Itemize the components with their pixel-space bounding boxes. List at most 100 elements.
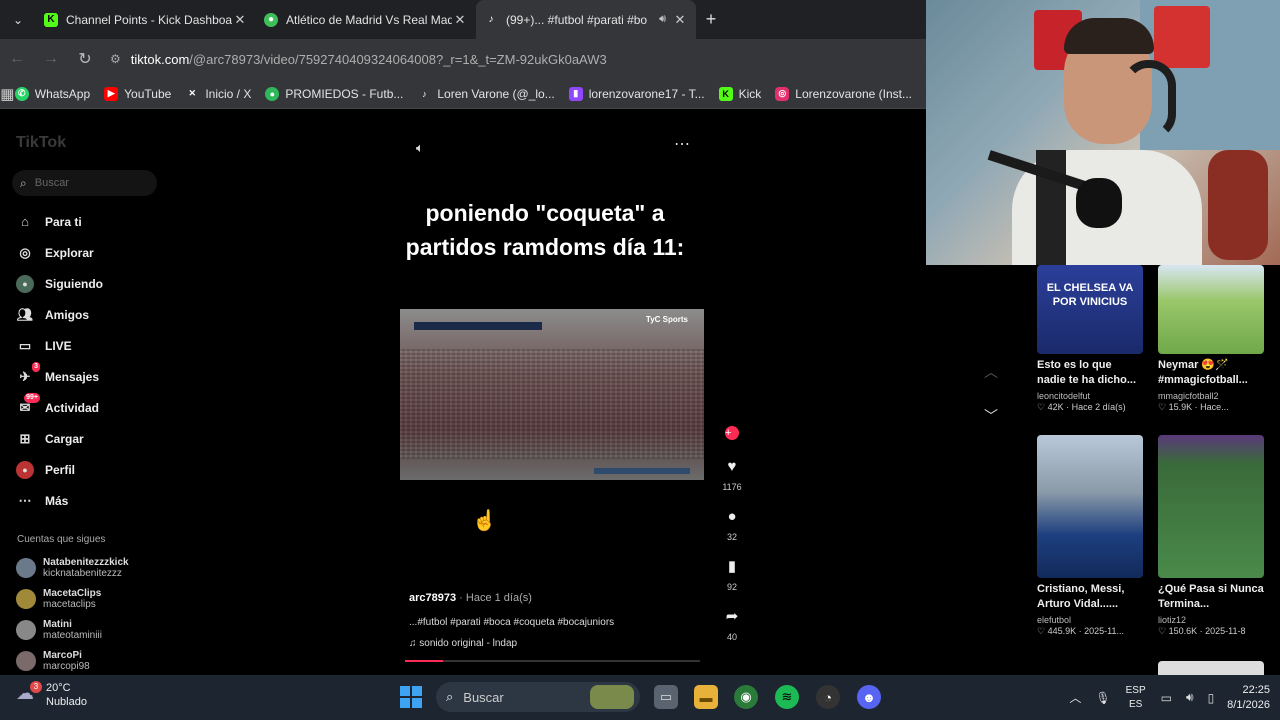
bookmark-whatsapp[interactable]: ✆ WhatsApp: [14, 86, 90, 101]
spotify-icon[interactable]: ≋: [775, 685, 799, 709]
kick-icon: K: [44, 12, 58, 27]
discord-icon[interactable]: ☻: [857, 685, 881, 709]
taskbar-search[interactable]: ⌕ Buscar: [436, 682, 640, 712]
speaker-icon[interactable]: 🔊︎: [659, 13, 666, 26]
sidebar-item-actividad[interactable]: ✉ 99+ Actividad: [16, 392, 103, 423]
close-icon[interactable]: ✕: [232, 12, 248, 28]
hand-cursor-icon: ☝: [472, 510, 497, 532]
close-icon[interactable]: ✕: [452, 12, 468, 28]
share-button[interactable]: ➦ 40: [716, 604, 748, 654]
windows-start-icon[interactable]: [400, 686, 422, 708]
sidebar-item-perfil[interactable]: ● Perfil: [16, 454, 103, 485]
video-sound[interactable]: ♫ sonido original - lndap: [409, 638, 517, 649]
sidebar-item-cargar[interactable]: ⊞ Cargar: [16, 423, 103, 454]
system-tray: ︿ 🎙︎ ESP ES ▭ 🔊︎ ▯ 22:25 8/1/2026: [1062, 675, 1280, 720]
bookmark-tiktok[interactable]: ♪ Loren Varone (@_lo...: [417, 87, 555, 101]
reload-icon[interactable]: ↻: [68, 49, 102, 69]
save-count: 92: [726, 582, 737, 592]
video-frame[interactable]: TyC Sports: [400, 309, 704, 480]
file-explorer-icon[interactable]: ▬: [694, 685, 718, 709]
tab-title: Channel Points - Kick Dashboar: [66, 12, 232, 27]
sidebar-item-explorar[interactable]: ◎ Explorar: [16, 237, 103, 268]
more-options-icon[interactable]: ⋯: [674, 134, 690, 154]
sidebar-item-label: Perfil: [45, 462, 76, 477]
recommended-card[interactable]: Cristiano, Messi, Arturo Vidal...... ele…: [1037, 435, 1143, 637]
screen: { "browser": { "tabs": [ {"title": "Chan…: [0, 0, 1280, 720]
clock-date: 8/1/2026: [1227, 698, 1270, 711]
tab-atletico-real[interactable]: ● Atlético de Madrid Vs Real Mad ✕: [256, 0, 476, 39]
share-icon: ➦: [725, 608, 739, 625]
next-video-chevron-icon[interactable]: ﹀: [984, 406, 998, 426]
microphone-icon[interactable]: 🎙︎: [1095, 691, 1110, 705]
chevron-up-icon[interactable]: ︿: [1069, 689, 1081, 706]
video-hashtags[interactable]: ...#futbol #parati #boca #coqueta #bocaj…: [409, 617, 614, 628]
sidebar-item-amigos[interactable]: 👥︎ Amigos: [16, 299, 103, 330]
recommended-card[interactable]: ¿Qué Pasa si Nunca Termina... liotiz12 ♡…: [1158, 435, 1264, 637]
tab-kick-dashboard[interactable]: K Channel Points - Kick Dashboar ✕: [36, 0, 256, 39]
clock[interactable]: 22:25 8/1/2026: [1227, 683, 1270, 713]
chrome-icon[interactable]: ◉: [734, 685, 758, 709]
recommended-card[interactable]: EL CHELSEA VA POR VINICIUS Esto es lo qu…: [1037, 265, 1143, 413]
bookmark-x[interactable]: ✕ Inicio / X: [185, 87, 252, 101]
bookmark-instagram[interactable]: ◎ Lorenzovarone (Inst...: [775, 86, 912, 101]
volume-icon[interactable]: 🔊︎: [1186, 690, 1194, 705]
streamer-hair: [1064, 18, 1154, 54]
headphones: [1122, 60, 1176, 140]
tiktok-logo[interactable]: TikTok: [16, 134, 66, 152]
like-button[interactable]: ♥ 1176: [716, 454, 748, 504]
scoreboard-overlay: [414, 322, 542, 330]
battery-icon[interactable]: ▯: [1208, 691, 1215, 705]
bookmark-youtube[interactable]: ▶ YouTube: [104, 86, 172, 101]
bookmark-twitch[interactable]: ▮ lorenzovarone17 - T...: [568, 86, 705, 101]
bookmark-promiedos[interactable]: ● PROMIEDOS - Futb...: [265, 86, 403, 101]
sidebar-item-mas[interactable]: ⋯ Más: [16, 485, 103, 516]
following-name: MacetaClips: [43, 587, 102, 599]
search-input[interactable]: ⌕ Buscar: [12, 170, 157, 196]
author-username[interactable]: arc78973: [409, 592, 456, 604]
forward-arrow-icon[interactable]: →: [34, 50, 68, 68]
previous-video-chevron-icon[interactable]: ︿: [984, 362, 998, 382]
task-view-icon[interactable]: ▭: [654, 685, 678, 709]
sidebar-item-label: Mensajes: [45, 369, 100, 384]
language-primary: ESP: [1125, 684, 1146, 696]
youtube-icon: ▶: [104, 86, 119, 101]
video-progress-bar[interactable]: [405, 660, 700, 662]
weather-widget[interactable]: ☁ 3 20°C Nublado: [16, 681, 87, 709]
home-icon: ⌂: [21, 214, 29, 229]
following-item[interactable]: MarcoPi marcopi98: [16, 645, 129, 676]
sidebar-item-live[interactable]: ▭ LIVE: [16, 330, 103, 361]
promiedos-icon: ●: [265, 86, 280, 101]
tab-tiktok-video[interactable]: ♪ (99+)... #futbol #parati #bo 🔊︎ ✕: [476, 0, 696, 39]
following-item[interactable]: MacetaClips macetaclips: [16, 583, 129, 614]
sidebar-item-mensajes[interactable]: ✈ 3 Mensajes: [16, 361, 103, 392]
following-item[interactable]: Natabenitezzzkick kicknatabenitezzz: [16, 552, 129, 583]
recommended-card[interactable]: Neymar 😍🪄 #mmagicfotball... mmagicfotbal…: [1158, 265, 1264, 413]
comment-icon: ●: [727, 508, 737, 525]
card-author: leoncitodelfut: [1037, 391, 1091, 401]
sidebar-item-siguiendo[interactable]: ● Siguiendo: [16, 268, 103, 299]
network-icon[interactable]: ▭: [1161, 691, 1172, 705]
sidebar-item-label: Cargar: [45, 431, 84, 446]
language-indicator[interactable]: ESP ES: [1126, 684, 1146, 712]
close-icon[interactable]: ✕: [672, 12, 688, 28]
bookmark-label: lorenzovarone17 - T...: [588, 86, 705, 101]
save-button[interactable]: ▮ 92: [716, 554, 748, 604]
video-thumbnail[interactable]: [1158, 661, 1264, 675]
new-tab-plus-icon[interactable]: +: [696, 9, 726, 30]
back-arrow-icon[interactable]: ←: [0, 50, 34, 68]
bookmark-label: YouTube: [124, 86, 172, 101]
friends-icon: 👥︎: [16, 306, 34, 322]
following-item[interactable]: Matini mateotaminiii: [16, 614, 129, 645]
url-field[interactable]: ⚙︎ tiktok.com /@arc78973/video/759274040…: [110, 44, 926, 74]
like-count: 1176: [722, 482, 742, 492]
follow-plus-icon[interactable]: +: [725, 426, 739, 440]
site-info-icon[interactable]: ⚙︎: [110, 52, 121, 66]
obs-icon[interactable]: ◔: [816, 685, 840, 709]
apps-grid-icon[interactable]: ▦: [0, 85, 15, 103]
tab-search-chevron-icon[interactable]: ⌄: [0, 0, 36, 39]
sidebar-item-para-ti[interactable]: ⌂ Para ti: [16, 206, 103, 237]
bookmark-kick[interactable]: K Kick: [718, 86, 761, 101]
comment-button[interactable]: ● 32: [716, 504, 748, 554]
volume-icon[interactable]: 🔈︎: [416, 140, 424, 156]
profile-icon: ●: [16, 460, 34, 479]
